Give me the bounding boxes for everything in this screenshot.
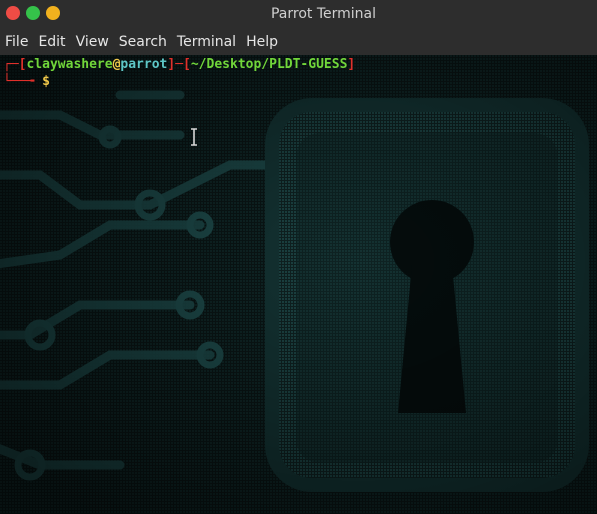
terminal-output: ┌─[claywashere@parrot]─[~/Desktop/PLDT-G… bbox=[0, 55, 355, 123]
terminal-window: Parrot Terminal File Edit View Search Te… bbox=[0, 0, 597, 514]
text-cursor-icon bbox=[191, 128, 197, 146]
menu-edit[interactable]: Edit bbox=[37, 32, 66, 52]
prompt-separator: ─ bbox=[175, 57, 184, 72]
prompt-path-open: [ bbox=[183, 57, 191, 72]
menu-view[interactable]: View bbox=[75, 32, 110, 52]
prompt-corner-bottom: └──╼ bbox=[3, 74, 35, 89]
menu-terminal[interactable]: Terminal bbox=[176, 32, 237, 52]
title-bar[interactable]: Parrot Terminal bbox=[0, 0, 597, 28]
prompt-host: parrot bbox=[120, 57, 168, 72]
prompt-line-1: ┌─[claywashere@parrot]─[~/Desktop/PLDT-G… bbox=[3, 56, 355, 73]
prompt-corner-top: ┌─ bbox=[3, 57, 19, 72]
menu-search[interactable]: Search bbox=[118, 32, 168, 52]
menu-bar: File Edit View Search Terminal Help bbox=[0, 28, 597, 55]
window-title: Parrot Terminal bbox=[270, 6, 377, 22]
menu-help[interactable]: Help bbox=[245, 32, 279, 52]
prompt-line-2: └──╼ $ bbox=[3, 73, 50, 90]
menu-file[interactable]: File bbox=[4, 32, 29, 52]
prompt-path: ~/Desktop/PLDT-GUESS bbox=[190, 57, 348, 72]
terminal-area[interactable]: ┌─[claywashere@parrot]─[~/Desktop/PLDT-G… bbox=[0, 55, 597, 514]
prompt-dollar: $ bbox=[42, 74, 50, 89]
padlock-wallpaper-icon bbox=[0, 55, 597, 514]
prompt-path-close: ] bbox=[347, 57, 356, 72]
prompt-user: claywashere bbox=[26, 57, 113, 72]
